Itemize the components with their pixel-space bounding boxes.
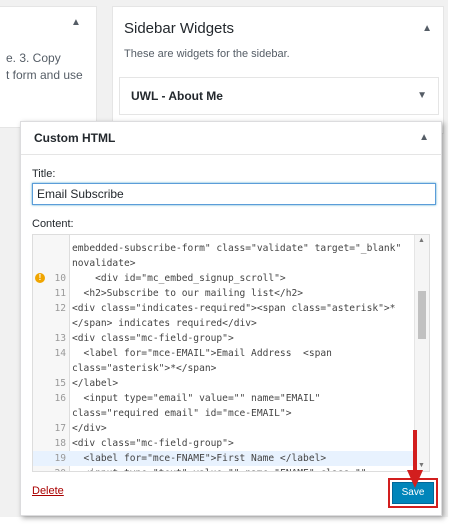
custom-html-widget: Custom HTML ▲ Title: Content: embedded-s… [20, 121, 442, 516]
left-panel-line-2: t form and use [6, 68, 83, 82]
code-text: <div id="mc_embed_signup_scroll"> [72, 273, 286, 284]
code-line[interactable]: 16 <input type="email" value="" name="EM… [33, 391, 413, 406]
line-number: 12 [54, 303, 66, 314]
content-label: Content: [32, 218, 74, 230]
code-line[interactable]: class="required email" id="mce-EMAIL"> [33, 406, 413, 421]
code-line[interactable]: 20 <input type="text" value="" name="FNA… [33, 466, 413, 471]
line-number: 13 [54, 333, 66, 344]
code-text: <label for="mce-FNAME">First Name </labe… [72, 453, 327, 464]
code-line[interactable]: embedded-subscribe-form" class="validate… [33, 241, 413, 256]
chevron-up-icon[interactable]: ▲ [71, 17, 81, 28]
code-line[interactable]: </span> indicates required</div> [33, 316, 413, 331]
sidebar-widgets-panel: Sidebar Widgets ▲ These are widgets for … [112, 6, 444, 134]
code-line[interactable]: 19 <label for="mce-FNAME">First Name </l… [33, 451, 413, 466]
sidebar-description: These are widgets for the sidebar. [124, 48, 290, 60]
scroll-up-icon[interactable]: ▲ [418, 237, 425, 244]
code-line[interactable]: 17 </div> [33, 421, 413, 436]
code-text: <div class="indicates-required"><span cl… [72, 303, 396, 314]
code-line[interactable]: 11 <h2>Subscribe to our mailing list</h2… [33, 286, 413, 301]
chevron-up-icon[interactable]: ▲ [419, 132, 429, 143]
code-line[interactable]: ! 10 <div id="mc_embed_signup_scroll"> [33, 271, 413, 286]
sidebar-title[interactable]: Sidebar Widgets [124, 20, 234, 37]
code-text: <div class="mc-field-group"> [72, 438, 234, 449]
line-number: 15 [54, 378, 66, 389]
code-text: </label> [72, 378, 119, 389]
widget-header[interactable]: Custom HTML ▲ [21, 122, 441, 155]
code-text: class="asterisk">*</span> [72, 363, 217, 374]
delete-link[interactable]: Delete [32, 485, 64, 497]
scrollbar-thumb[interactable] [418, 291, 426, 339]
code-text: <label for="mce-EMAIL">Email Address <sp… [72, 348, 332, 359]
code-line[interactable]: 14 <label for="mce-EMAIL">Email Address … [33, 346, 413, 361]
line-number: 14 [54, 348, 66, 359]
code-text: embedded-subscribe-form" class="validate… [72, 243, 402, 254]
code-line[interactable]: 18 <div class="mc-field-group"> [33, 436, 413, 451]
line-number: 19 [54, 453, 66, 464]
code-text: </span> indicates required</div> [72, 318, 257, 329]
code-line[interactable]: 13 <div class="mc-field-group"> [33, 331, 413, 346]
code-text: </div> [72, 423, 107, 434]
code-text: <h2>Subscribe to our mailing list</h2> [72, 288, 304, 299]
left-panel-line-1: e. 3. Copy [6, 51, 61, 65]
title-input[interactable] [32, 183, 436, 205]
chevron-down-icon[interactable]: ▼ [417, 90, 427, 101]
line-number: 17 [54, 423, 66, 434]
line-number: 20 [33, 466, 66, 471]
widget-title: Custom HTML [34, 131, 116, 145]
line-number: 18 [54, 438, 66, 449]
code-line[interactable]: novalidate> [33, 256, 413, 271]
widget-uwl-about-me[interactable]: UWL - About Me ▼ [119, 77, 439, 115]
line-number: 16 [54, 393, 66, 404]
code-text: class="required email" id="mce-EMAIL"> [72, 408, 292, 419]
code-text: novalidate> [72, 258, 136, 269]
line-number: 10 [54, 273, 66, 284]
code-editor[interactable]: embedded-subscribe-form" class="validate… [32, 234, 430, 472]
code-text: <input type="text" value="" name="FNAME"… [72, 466, 367, 471]
chevron-up-icon[interactable]: ▲ [422, 23, 432, 34]
widget-title: UWL - About Me [131, 89, 223, 103]
left-widget-panel: ▲ e. 3. Copy t form and use [0, 6, 97, 128]
title-label: Title: [32, 168, 56, 180]
code-text: <input type="email" value="" name="EMAIL… [72, 393, 321, 404]
line-number: 11 [54, 288, 66, 299]
left-panel-text: e. 3. Copy t form and use [6, 50, 94, 84]
code-line[interactable]: class="asterisk">*</span> [33, 361, 413, 376]
code-line[interactable]: 15 </label> [33, 376, 413, 391]
red-arrow-icon [407, 430, 423, 488]
code-line[interactable]: 12 <div class="indicates-required"><span … [33, 301, 413, 316]
code-text: <div class="mc-field-group"> [72, 333, 234, 344]
